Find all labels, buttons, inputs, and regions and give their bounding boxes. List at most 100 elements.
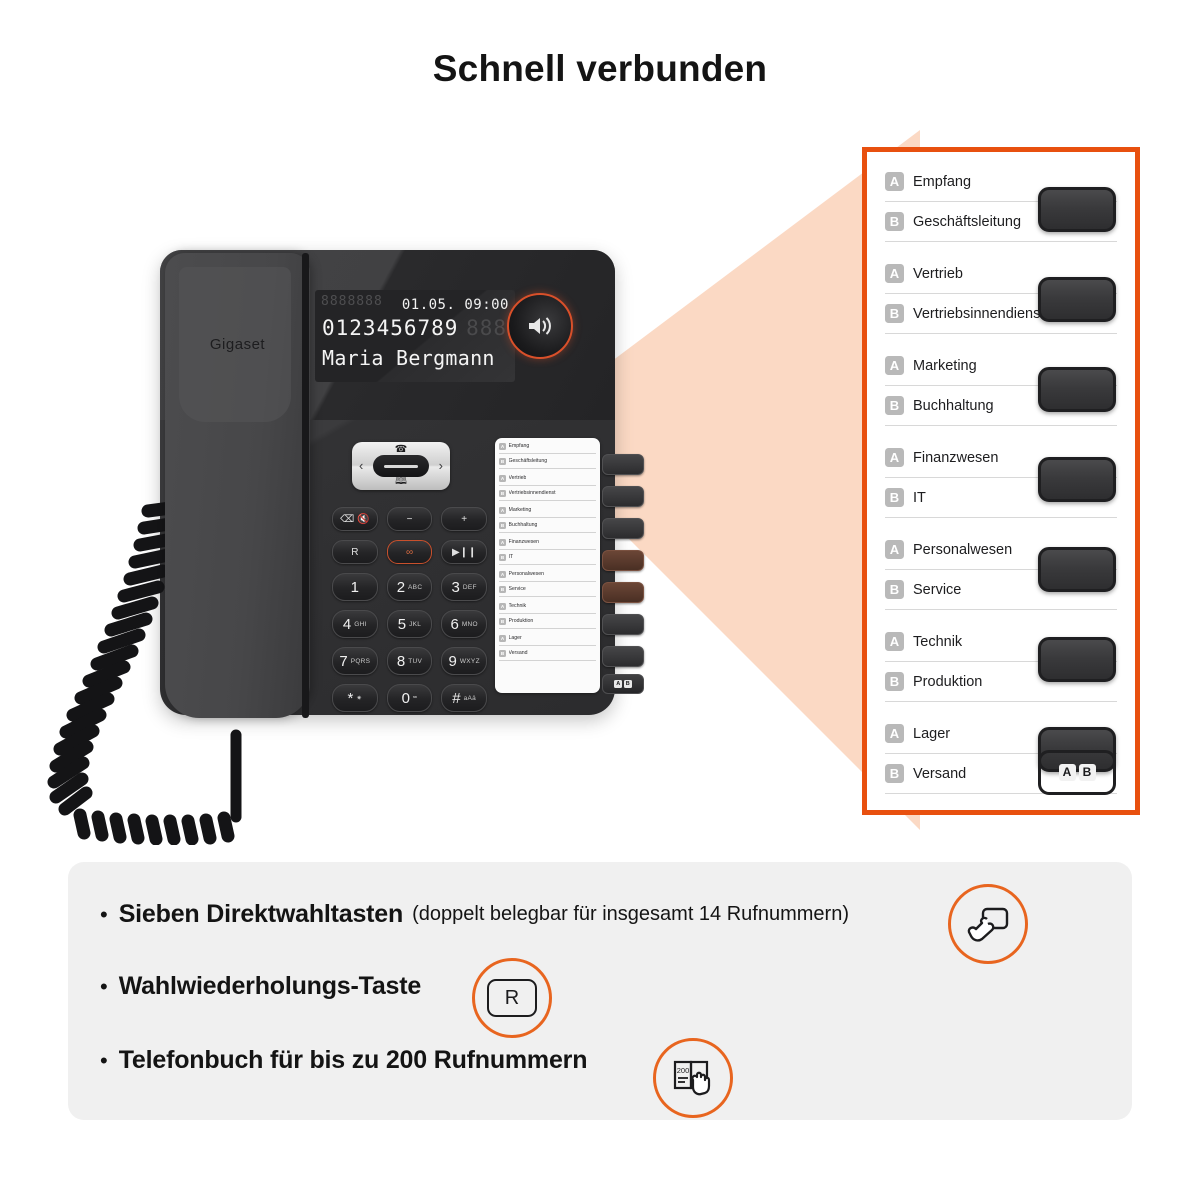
strip-button-2[interactable] [602, 486, 644, 507]
key-9[interactable]: 9 WXYZ [441, 647, 488, 675]
strip-badge-b: B [499, 521, 506, 529]
strip-row: B Versand [499, 646, 596, 661]
strip-row: B Buchhaltung [499, 518, 596, 533]
strip-group: A Technik B Produktion [495, 599, 600, 630]
strip-group: A Finanzwesen B IT [495, 535, 600, 566]
display-number: 0123456789 [322, 316, 459, 340]
key-star[interactable]: * ✷ [332, 684, 378, 712]
strip-row: B Vertriebsinnendienst [499, 486, 596, 501]
strip-button-1[interactable] [602, 454, 644, 475]
strip-row: A Personalwesen [499, 567, 596, 582]
speed-dial-badge-b: B [885, 764, 904, 783]
strip-group: A Vertrieb B Vertriebsinnendienst [495, 471, 600, 502]
strip-button-5[interactable] [602, 582, 644, 603]
volume-up-key[interactable]: + [441, 507, 488, 531]
speed-dial-shift-button[interactable]: AB [1038, 750, 1116, 795]
speed-dial-button-1[interactable] [1038, 187, 1116, 232]
strip-button-4[interactable] [602, 550, 644, 571]
speed-dial-button-3[interactable] [1038, 367, 1116, 412]
strip-label: Buchhaltung [508, 522, 538, 528]
speed-dial-badge-b: B [885, 304, 904, 323]
speed-dial-label: Vertrieb [913, 265, 963, 282]
key-3[interactable]: 3 DEF [441, 573, 488, 601]
speed-dial-badge-a: A [885, 264, 904, 283]
strip-button-3[interactable] [602, 518, 644, 539]
keypad-function-row-1: ⌫ 🔇 − + [332, 507, 488, 531]
strip-label: Geschäftsleitung [508, 458, 548, 464]
strip-badge-a: A [499, 538, 506, 546]
keypad-function-row-2: R ∞ ▶❙❙ [332, 540, 488, 564]
key-2[interactable]: 2 ABC [386, 573, 433, 601]
nav-right-icon[interactable]: › [439, 459, 443, 472]
nav-center-button[interactable] [373, 455, 429, 477]
speed-dial-label: Finanzwesen [913, 449, 999, 466]
key-6[interactable]: 6 MNO [441, 610, 488, 638]
strip-badge-b: B [499, 553, 506, 561]
volume-down-key[interactable]: − [386, 507, 433, 531]
strip-row: B IT [499, 550, 596, 565]
play-pause-key[interactable]: ▶❙❙ [441, 540, 488, 564]
speed-dial-button-6[interactable] [1038, 637, 1116, 682]
key-hash[interactable]: # aAä [441, 684, 488, 712]
handset: Gigaset [165, 253, 310, 718]
strip-group: A Personalwesen B Service [495, 567, 600, 598]
speed-dial-badge-a: A [885, 356, 904, 375]
strip-label: Vertrieb [508, 475, 527, 481]
redial-key[interactable]: R [332, 540, 378, 564]
strip-label: IT [508, 554, 514, 560]
speed-dial-magnified-panel: A Empfang B Geschäftsleitung A Vertrieb B Vertr… [862, 147, 1140, 815]
display-caller-name: Maria Bergmann [322, 346, 495, 370]
strip-shift-badge-a: A [614, 680, 623, 688]
strip-label: Finanzwesen [508, 539, 540, 545]
speed-dial-label: Produktion [913, 673, 983, 690]
strip-badge-b: B [499, 649, 506, 657]
svg-text:200: 200 [677, 1066, 690, 1075]
brand-logo: Gigaset [209, 336, 266, 353]
key-8[interactable]: 8 TUV [386, 647, 433, 675]
strip-row: A Empfang [499, 439, 596, 454]
strip-button-7[interactable] [602, 646, 644, 667]
speed-dial-button-2[interactable] [1038, 277, 1116, 322]
answering-machine-key[interactable]: ∞ [386, 540, 433, 564]
speed-dial-label: Versand [913, 765, 967, 782]
phone-device: Gigaset 8888888 01.05. 09:00 888 0123456… [47, 245, 644, 845]
strip-button-6[interactable] [602, 614, 644, 635]
keypad-digit-row-4: * ✷ 0 ⏕ # aAä [332, 684, 488, 712]
speed-dial-badge-a: A [885, 724, 904, 743]
strip-label: Versand [508, 650, 528, 656]
strip-label: Personalwesen [508, 571, 544, 577]
strip-badge-a: A [499, 474, 506, 482]
keypad-digit-row-2: 4 GHI 5 JKL 6 MNO [332, 610, 488, 638]
r-key-icon: R [472, 958, 552, 1038]
feature-1-title: Sieben Direktwahltasten [118, 900, 404, 928]
feature-item-3: • Telefonbuch für bis zu 200 Rufnummern [100, 1046, 587, 1075]
speed-dial-label: IT [913, 489, 926, 506]
key-4[interactable]: 4 GHI [332, 610, 378, 638]
feature-item-1: • Sieben Direktwahltasten (doppelt beleg… [100, 900, 849, 929]
strip-group: A Marketing B Buchhaltung [495, 503, 600, 534]
nav-left-icon[interactable]: ‹ [359, 459, 363, 472]
strip-badge-a: A [499, 570, 506, 578]
strip-row: A Technik [499, 599, 596, 614]
strip-label: Technik [508, 603, 527, 609]
hand-press-button-icon [948, 884, 1028, 964]
speed-dial-strip: A Empfang B Geschäftsleitung A Vertrieb B Vertr… [495, 438, 600, 693]
key-1[interactable]: 1 [332, 573, 378, 601]
key-7[interactable]: 7 PQRS [332, 647, 378, 675]
speed-dial-label: Personalwesen [913, 541, 1013, 558]
key-5[interactable]: 5 JKL [386, 610, 433, 638]
strip-label: Vertriebsinnendienst [508, 490, 556, 496]
speed-dial-label: Technik [913, 633, 963, 650]
speed-dial-badge-b: B [885, 672, 904, 691]
delete-mute-key[interactable]: ⌫ 🔇 [332, 507, 378, 531]
speakerphone-button[interactable] [507, 293, 573, 359]
display-number-ghost: 888 [466, 316, 507, 340]
shift-badge-a: A [1058, 764, 1076, 781]
speed-dial-label: Vertriebsinnendienst [913, 305, 1045, 322]
navigation-pad[interactable]: ☎ 🕮 ‹ › [352, 442, 450, 490]
strip-shift-button[interactable]: AB [602, 674, 644, 694]
speed-dial-button-4[interactable] [1038, 457, 1116, 502]
strip-badge-b: B [499, 457, 506, 465]
speed-dial-button-5[interactable] [1038, 547, 1116, 592]
key-0[interactable]: 0 ⏕ [386, 684, 433, 712]
